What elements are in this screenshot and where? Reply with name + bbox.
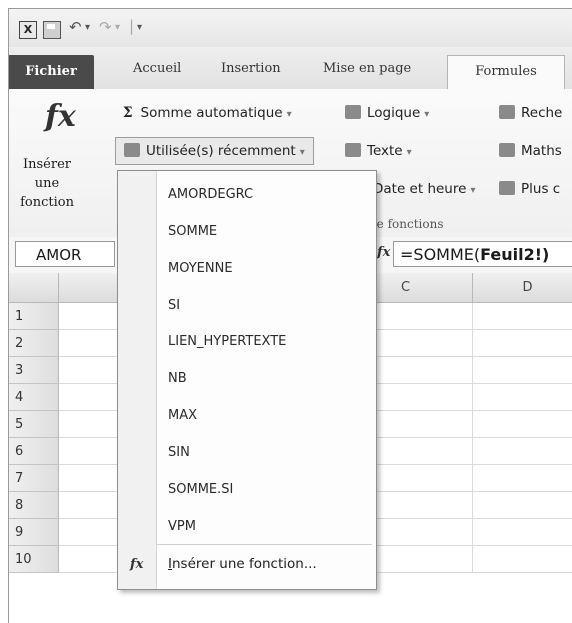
tab-formules[interactable]: Formules [447,55,565,90]
more-functions-icon [499,181,515,195]
fx-icon: fx [130,557,144,572]
chevron-down-icon: ▾ [299,147,305,158]
lookup-icon [499,105,515,119]
menu-gutter [118,171,157,589]
customize-toolbar-icon[interactable]: ▾ [137,22,142,33]
insert-function-label-line2: fonction [20,195,74,210]
chevron-down-icon: ▾ [286,109,292,120]
excel-icon[interactable]: X [19,21,37,39]
menu-item-nb[interactable]: NB [168,371,187,386]
chevron-down-icon: ▾ [406,147,412,158]
chevron-down-icon: ▾ [424,109,430,120]
lookup-button[interactable]: Reche [499,105,562,121]
menu-item-somme[interactable]: SOMME [168,224,217,239]
sigma-icon: Σ [123,105,133,121]
row-header[interactable]: 5 [9,411,59,438]
row-header[interactable]: 1 [9,303,59,330]
undo-icon[interactable]: ↶ [69,18,82,36]
grid-cell[interactable] [473,357,572,384]
menu-item-moyenne[interactable]: MOYENNE [168,261,233,276]
grid-cell[interactable] [473,465,572,492]
text-label: Texte [367,143,403,159]
insert-function-label-line1: Insérer une [23,157,71,191]
excel-window: X ↶ ▾ ↷ ▾ | ▾ Fichier Accueil Insertion … [8,8,572,623]
menu-item-insert-function[interactable]: Insérer une fonction... [168,556,317,572]
math-label: Maths [521,143,562,159]
more-functions-button[interactable]: Plus c [499,181,560,197]
text-icon [345,143,361,157]
logical-icon [345,105,361,119]
menu-item-vpm[interactable]: VPM [168,519,196,534]
formula-input[interactable]: =SOMME(Feuil2!) [393,241,572,267]
logical-label: Logique [367,105,421,121]
tab-accueil[interactable]: Accueil [133,61,181,76]
grid-cell[interactable] [473,384,572,411]
grid-cell[interactable] [473,492,572,519]
menu-separator [156,544,372,545]
menu-item-somme-si[interactable]: SOMME.SI [168,482,233,497]
menu-item-lien-hypertexte[interactable]: LIEN_HYPERTEXTE [168,334,286,349]
row-header[interactable]: 10 [9,546,59,573]
redo-icon[interactable]: ↷ [99,18,112,36]
text-button[interactable]: Texte ▾ [345,143,412,159]
column-header-d[interactable]: D [473,273,572,303]
recent-functions-icon [124,143,140,157]
more-functions-label: Plus c [521,181,561,197]
row-header[interactable]: 9 [9,519,59,546]
menu-item-sin[interactable]: SIN [168,445,190,460]
grid-cell[interactable] [473,303,572,330]
autosum-button[interactable]: Σ Somme automatique ▾ [123,105,292,121]
group-label-function-library: de fonctions [369,217,444,231]
row-header[interactable]: 2 [9,330,59,357]
formula-text: =SOMME( [400,245,481,264]
menu-item-insert-function-label: nsérer une fonction... [171,556,317,572]
grid-cell[interactable] [473,546,572,573]
row-header[interactable]: 7 [9,465,59,492]
save-icon[interactable] [43,21,61,39]
insert-function-button[interactable]: Insérer une fonction [9,155,85,212]
menu-item-amordegrc[interactable]: AMORDEGRC [168,187,253,202]
logical-button[interactable]: Logique ▾ [345,105,429,121]
row-header[interactable]: 3 [9,357,59,384]
lookup-label: Reche [521,105,563,121]
grid-cell[interactable] [473,330,572,357]
math-button[interactable]: Maths [499,143,562,159]
name-box[interactable]: AMOR [15,241,115,267]
datetime-label: Date et heure [373,181,467,197]
row-header[interactable]: 6 [9,438,59,465]
menu-item-max[interactable]: MAX [168,408,197,423]
math-icon [499,143,515,157]
row-header[interactable]: 8 [9,492,59,519]
redo-dropdown-icon[interactable]: ▾ [115,22,120,33]
fx-icon[interactable]: fx [377,245,390,260]
grid-cell[interactable] [473,519,572,546]
ribbon-tabs: Fichier Accueil Insertion Mise en page F… [9,47,572,90]
recent-functions-button[interactable]: Utilisée(s) récemment ▾ [115,137,314,165]
quick-access-toolbar: X ↶ ▾ ↷ ▾ | ▾ [9,9,572,47]
recent-functions-label: Utilisée(s) récemment [146,143,296,159]
tab-insertion[interactable]: Insertion [221,61,281,76]
select-all-corner[interactable] [9,273,59,303]
tab-fichier[interactable]: Fichier [9,55,94,89]
separator: | [129,17,135,35]
autosum-label: Somme automatique [140,105,283,121]
insert-function-icon[interactable]: fx [45,99,76,134]
grid-cell[interactable] [473,438,572,465]
undo-dropdown-icon[interactable]: ▾ [85,22,90,33]
datetime-button[interactable]: Date et heure ▾ [373,181,475,197]
chevron-down-icon: ▾ [470,185,476,196]
recent-functions-dropdown: AMORDEGRC SOMME MOYENNE SI LIEN_HYPERTEX… [117,170,377,590]
grid-cell[interactable] [473,411,572,438]
formula-text-bold: Feuil2!) [480,245,550,264]
menu-item-si[interactable]: SI [168,298,180,313]
tab-mise-en-page[interactable]: Mise en page [323,61,411,76]
row-header[interactable]: 4 [9,384,59,411]
